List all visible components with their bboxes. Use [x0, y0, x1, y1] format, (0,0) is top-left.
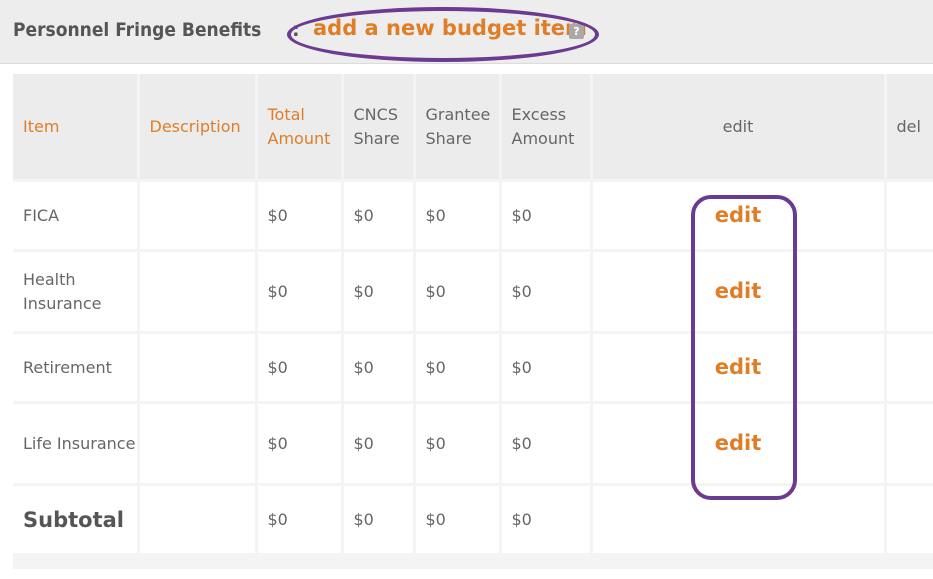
cell-item: FICA — [13, 180, 140, 252]
cell-cncs-share: $0 — [342, 250, 416, 334]
cell-del — [885, 180, 933, 252]
table-row: FICA $0 $0 $0 $0 edit — [13, 180, 933, 252]
subtotal-grantee-share: $0 — [414, 484, 502, 556]
col-header-del: del — [885, 74, 933, 182]
edit-link[interactable]: edit — [715, 203, 762, 227]
budget-table: Item Description Total Amount CNCS Share… — [13, 74, 933, 556]
cell-edit: edit — [591, 180, 887, 252]
col-header-cncs-share: CNCS Share — [342, 74, 416, 182]
edit-link[interactable]: edit — [715, 355, 762, 379]
cell-item: Retirement — [13, 332, 140, 404]
col-header-excess-amount: Excess Amount — [500, 74, 593, 182]
cell-edit — [591, 484, 887, 556]
subtotal-cncs-share: $0 — [342, 484, 416, 556]
cell-excess-amount: $0 — [500, 180, 593, 252]
cell-description — [138, 402, 258, 486]
table-row: Life Insurance $0 $0 $0 $0 edit — [13, 402, 933, 486]
col-header-description[interactable]: Description — [138, 74, 258, 182]
cell-del — [885, 250, 933, 334]
cell-excess-amount: $0 — [500, 332, 593, 404]
budget-table-container: Item Description Total Amount CNCS Share… — [13, 74, 933, 569]
subtotal-total-amount: $0 — [256, 484, 344, 556]
cell-edit: edit — [591, 402, 887, 486]
cell-cncs-share: $0 — [342, 180, 416, 252]
cell-cncs-share: $0 — [342, 402, 416, 486]
col-header-edit: edit — [591, 74, 887, 182]
cell-del — [885, 332, 933, 404]
cell-total-amount: $0 — [256, 402, 344, 486]
cell-grantee-share: $0 — [414, 332, 502, 404]
cell-description — [138, 484, 258, 556]
section-header: Personnel Fringe Benefits : add a new bu… — [0, 0, 933, 64]
cell-edit: edit — [591, 250, 887, 334]
cell-excess-amount: $0 — [500, 402, 593, 486]
cell-excess-amount: $0 — [500, 250, 593, 334]
add-budget-item-link[interactable]: add a new budget item — [313, 16, 587, 40]
cell-del — [885, 402, 933, 486]
subtotal-label: Subtotal — [13, 484, 140, 556]
cell-item: Life Insurance — [13, 402, 140, 486]
cell-total-amount: $0 — [256, 180, 344, 252]
col-header-grantee-share: Grantee Share — [414, 74, 502, 182]
cell-cncs-share: $0 — [342, 332, 416, 404]
cell-description — [138, 332, 258, 404]
cell-grantee-share: $0 — [414, 250, 502, 334]
col-header-item[interactable]: Item — [13, 74, 140, 182]
cell-description — [138, 250, 258, 334]
cell-item: Health Insurance — [13, 250, 140, 334]
table-row: Health Insurance $0 $0 $0 $0 edit — [13, 250, 933, 334]
edit-link[interactable]: edit — [715, 431, 762, 455]
section-title: Personnel Fringe Benefits — [13, 19, 262, 41]
cell-total-amount: $0 — [256, 332, 344, 404]
subtotal-row: Subtotal $0 $0 $0 $0 — [13, 484, 933, 556]
cell-del — [885, 484, 933, 556]
cell-description — [138, 180, 258, 252]
col-header-total-amount[interactable]: Total Amount — [256, 74, 344, 182]
subtotal-excess-amount: $0 — [500, 484, 593, 556]
title-separator: : — [292, 19, 300, 41]
edit-link[interactable]: edit — [715, 279, 762, 303]
help-icon[interactable]: ? — [569, 24, 584, 39]
cell-edit: edit — [591, 332, 887, 404]
table-header-row: Item Description Total Amount CNCS Share… — [13, 74, 933, 182]
table-row: Retirement $0 $0 $0 $0 edit — [13, 332, 933, 404]
cell-grantee-share: $0 — [414, 180, 502, 252]
cell-grantee-share: $0 — [414, 402, 502, 486]
cell-total-amount: $0 — [256, 250, 344, 334]
